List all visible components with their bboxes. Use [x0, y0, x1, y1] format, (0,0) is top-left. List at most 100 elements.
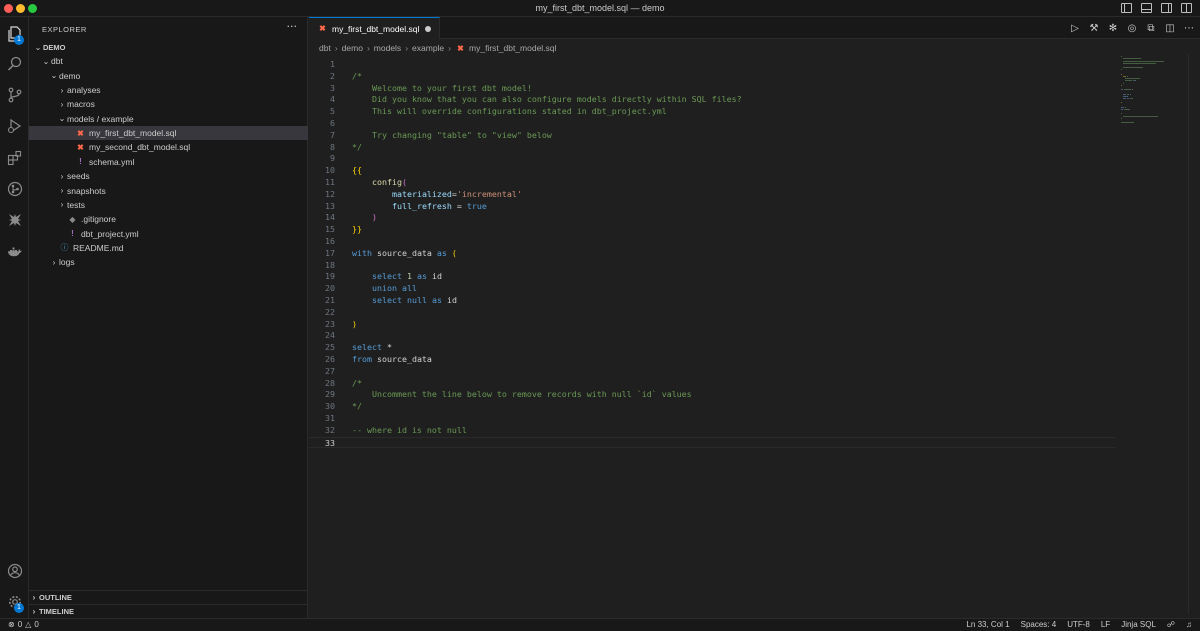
tree-item-demo[interactable]: ⌄ demo [29, 69, 308, 83]
customize-layout-icon[interactable] [1181, 3, 1192, 13]
code-line[interactable]: 22 [309, 307, 1115, 319]
minimap-mark [1121, 113, 1123, 115]
source-control-icon[interactable] [0, 82, 29, 108]
code-line[interactable]: 30 */ [309, 401, 1115, 413]
docker-icon[interactable] [0, 239, 29, 265]
tree-item-readme-md[interactable]: ⓘ README.md [29, 241, 308, 255]
code-line[interactable]: 10 {{ [309, 165, 1115, 177]
test-check-icon[interactable]: ◎ [1127, 22, 1137, 34]
code-line[interactable]: 15}} [309, 224, 1115, 236]
code-token: as [431, 295, 442, 305]
outline-section-header[interactable]: › OUTLINE [29, 590, 308, 604]
end-of-line[interactable]: LF [1101, 620, 1110, 629]
error-icon: ⊗ [8, 620, 15, 629]
code-line[interactable]: 17 with source_data as ( [309, 248, 1115, 260]
tree-item-dbt-project-yml[interactable]: ! dbt_project.yml [29, 227, 308, 241]
gitlens-icon[interactable] [0, 176, 29, 202]
code-line[interactable]: 7 Try changing "table" to "view" below [309, 130, 1115, 142]
code-line[interactable]: 6 [309, 118, 1115, 130]
notifications-bell-icon[interactable]: ♫ [1186, 620, 1192, 629]
code-line[interactable]: 21 select null as id [309, 295, 1115, 307]
unsaved-dot-icon[interactable] [425, 26, 431, 32]
split-editor-icon[interactable]: ◫ [1165, 22, 1175, 34]
code-line[interactable]: 16 [309, 236, 1115, 248]
line-number: 8 [330, 141, 335, 152]
language-mode[interactable]: Jinja SQL [1121, 620, 1156, 629]
code-line[interactable]: 14 ) [309, 212, 1115, 224]
tree-item-label: README.md [73, 242, 124, 253]
run-file-icon[interactable]: ▷ [1070, 22, 1080, 34]
extensions-icon[interactable] [0, 145, 29, 171]
dbt-power-user-icon[interactable] [0, 207, 29, 233]
code-line[interactable]: 3 Welcome to your first dbt model! [309, 83, 1115, 95]
code-editor[interactable]: 1 2 /* 3 Welcome to your first dbt model! 4 … [309, 54, 1115, 614]
code-line[interactable]: 20 union all [309, 283, 1115, 295]
code-line[interactable]: 31 [309, 413, 1115, 425]
code-line[interactable]: 32 -- where id is not null [309, 425, 1115, 437]
code-line[interactable]: 19 select 1 as id [309, 271, 1115, 283]
code-line[interactable]: 8 */ [309, 142, 1115, 154]
tree-item-logs[interactable]: › logs [29, 255, 308, 269]
breadcrumb-item[interactable]: my_first_dbt_model.sql [469, 43, 556, 53]
tree-item-dbt[interactable]: ⌄ dbt [29, 54, 308, 68]
run-children-icon[interactable]: ✻ [1108, 22, 1118, 34]
tree-item-demo[interactable]: ⌄ DEMO [29, 40, 308, 54]
tree-item-tests[interactable]: › tests [29, 198, 308, 212]
code-line[interactable]: 1 [309, 59, 1115, 71]
indentation[interactable]: Spaces: 4 [1021, 620, 1057, 629]
code-line[interactable]: 26 from source_data [309, 354, 1115, 366]
tree-item-models-example[interactable]: ⌄ models / example [29, 112, 308, 126]
breadcrumb-item[interactable]: demo [342, 43, 363, 53]
build-icon[interactable]: ⚒ [1089, 22, 1099, 34]
code-line[interactable]: 11 config( [309, 177, 1115, 189]
code-line[interactable]: 9 [309, 153, 1115, 165]
breadcrumb-item[interactable]: dbt [319, 43, 331, 53]
code-line[interactable]: 29 Uncomment the line below to remove re… [309, 389, 1115, 401]
code-token: /* [352, 377, 362, 388]
explorer-icon[interactable]: 1 [0, 21, 29, 47]
more-actions-icon[interactable]: ⋯ [1184, 22, 1194, 34]
open-preview-icon[interactable]: ⧉ [1146, 22, 1156, 34]
tree-item-my-second-dbt-model-sql[interactable]: ✖ my_second_dbt_model.sql [29, 140, 308, 154]
feedback-icon[interactable]: ☍ [1167, 620, 1175, 629]
code-line[interactable]: 28 /* [309, 378, 1115, 390]
tree-item-macros[interactable]: › macros [29, 97, 308, 111]
code-line[interactable]: 4 Did you know that you can also configu… [309, 94, 1115, 106]
code-line[interactable]: 27 [309, 366, 1115, 378]
code-line[interactable]: 18 [309, 260, 1115, 272]
minimap[interactable] [1121, 54, 1186, 134]
line-number: 9 [330, 153, 335, 164]
line-number: 18 [325, 259, 335, 270]
editor-tab-my-first-dbt-model[interactable]: ✖ my_first_dbt_model.sql [309, 17, 440, 39]
tree-item-my-first-dbt-model-sql[interactable]: ✖ my_first_dbt_model.sql [29, 126, 308, 141]
code-line[interactable]: 13 full_refresh = true [309, 201, 1115, 213]
vertical-scrollbar[interactable] [1188, 54, 1200, 614]
code-line[interactable]: 33 [309, 436, 1115, 449]
accounts-icon[interactable] [0, 558, 29, 584]
code-token: * [381, 342, 392, 353]
tree-item-analyses[interactable]: › analyses [29, 83, 308, 97]
settings-gear-icon[interactable]: 1 [0, 589, 29, 615]
code-line[interactable]: 23) [309, 319, 1115, 331]
run-debug-icon[interactable] [0, 113, 29, 139]
code-line[interactable]: 25 select * [309, 342, 1115, 354]
tree-item--gitignore[interactable]: ◆ .gitignore [29, 212, 308, 226]
tree-item-snapshots[interactable]: › snapshots [29, 184, 308, 198]
breadcrumb-item[interactable]: models [374, 43, 401, 53]
timeline-section-header[interactable]: › TIMELINE [29, 604, 308, 618]
cursor-position[interactable]: Ln 33, Col 1 [966, 620, 1009, 629]
breadcrumb-item[interactable]: example [412, 43, 444, 53]
tree-item-seeds[interactable]: › seeds [29, 169, 308, 183]
problems-indicator[interactable]: ⊗ 0 △ 0 [8, 620, 39, 629]
more-actions-icon[interactable]: ··· [287, 20, 298, 33]
tree-item-schema-yml[interactable]: ! schema.yml [29, 155, 308, 169]
toggle-primary-sidebar-icon[interactable] [1121, 3, 1132, 13]
toggle-secondary-sidebar-icon[interactable] [1161, 3, 1172, 13]
code-line[interactable]: 24 [309, 330, 1115, 342]
code-line[interactable]: 12 materialized='incremental' [309, 189, 1115, 201]
encoding[interactable]: UTF-8 [1067, 620, 1090, 629]
search-icon[interactable] [0, 51, 29, 77]
toggle-panel-icon[interactable] [1141, 3, 1152, 13]
code-line[interactable]: 2 /* [309, 71, 1115, 83]
code-line[interactable]: 5 This will override configurations stat… [309, 106, 1115, 118]
